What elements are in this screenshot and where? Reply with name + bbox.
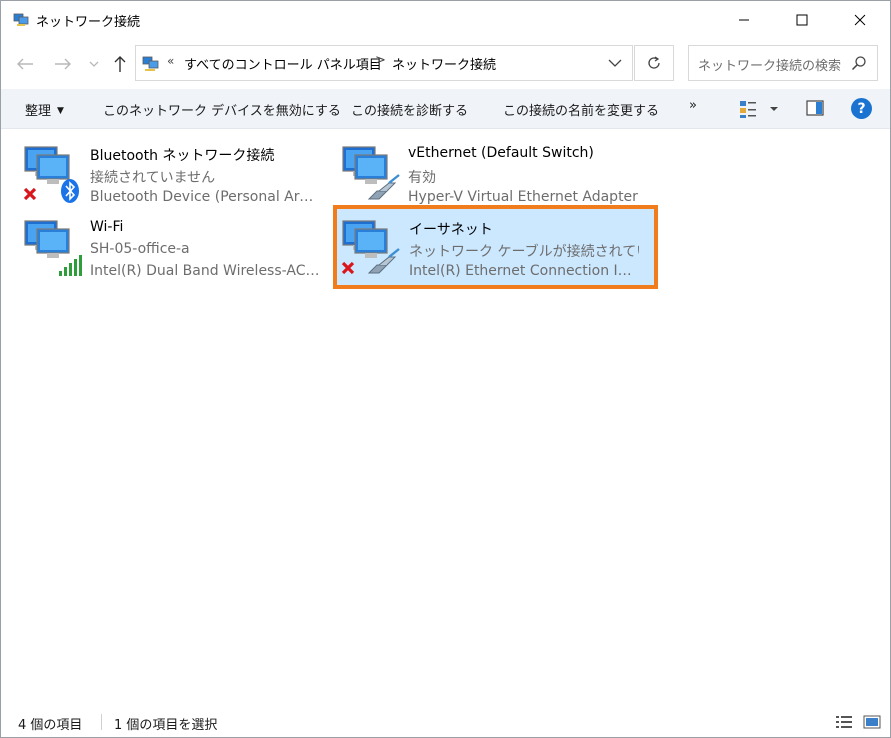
connection-status: 有効	[408, 170, 436, 186]
preview-pane-icon[interactable]	[806, 100, 824, 116]
connection-item-vethernet[interactable]: vEthernet (Default Switch) 有効 Hyper-V Vi…	[319, 135, 638, 207]
refresh-button[interactable]	[634, 45, 674, 81]
breadcrumb-separator[interactable]: >	[375, 53, 386, 68]
connection-item-wifi[interactable]: Wi-Fi SH-05-office-a Intel(R) Dual Band …	[1, 209, 320, 281]
chevron-down-icon	[89, 61, 99, 67]
search-input[interactable]: ネットワーク接続の検索	[698, 55, 841, 74]
forward-button[interactable]	[52, 53, 74, 75]
arrow-up-icon	[114, 56, 126, 72]
organize-label: 整理	[25, 104, 52, 119]
close-button[interactable]	[837, 1, 883, 39]
address-bar[interactable]: « すべてのコントロール パネル項目 > ネットワーク接続	[135, 45, 633, 81]
maximize-button[interactable]	[779, 1, 825, 39]
bluetooth-network-icon	[23, 146, 79, 203]
ethernet-network-icon	[342, 146, 400, 200]
item-count: 4 個の項目	[18, 718, 83, 733]
help-button[interactable]: ?	[851, 98, 872, 119]
wifi-network-icon	[24, 220, 82, 276]
ethernet-network-icon	[341, 220, 400, 275]
up-button[interactable]	[109, 53, 131, 75]
connection-status: SH-05-office-a	[90, 241, 190, 257]
refresh-icon	[648, 56, 660, 69]
explorer-window: ネットワーク接続 « すべてのコントロール パネル項目 > ネットワーク接続 ネ…	[0, 0, 891, 738]
organize-button[interactable]: 整理 ▼	[25, 100, 64, 119]
details-view-icon[interactable]	[835, 715, 853, 729]
connection-item-ethernet[interactable]: イーサネット ネットワーク ケーブルが接続されていませ... Intel(R) …	[319, 209, 639, 281]
minimize-icon	[739, 19, 749, 21]
connection-name: vEthernet (Default Switch)	[408, 145, 594, 161]
connection-name: Wi-Fi	[90, 219, 124, 235]
network-connections-icon	[13, 13, 29, 26]
chevron-down-icon[interactable]	[606, 54, 624, 72]
command-bar: 整理 ▼ このネットワーク デバイスを無効にする この接続を診断する この接続の名…	[1, 89, 890, 129]
connection-name: Bluetooth ネットワーク接続	[90, 148, 275, 164]
connection-status: 接続されていません	[90, 170, 216, 186]
arrow-left-icon	[17, 58, 33, 70]
status-bar: 4 個の項目 1 個の項目を選択	[1, 706, 890, 737]
connection-device: Hyper-V Virtual Ethernet Adapter	[408, 189, 638, 205]
breadcrumb-network-connections[interactable]: ネットワーク接続	[392, 54, 496, 73]
connection-device: Bluetooth Device (Personal Area ...	[90, 189, 320, 205]
window-title: ネットワーク接続	[36, 15, 141, 30]
selected-count: 1 個の項目を選択	[114, 718, 218, 733]
close-icon	[854, 14, 866, 26]
caret-down-icon: ▼	[57, 106, 64, 116]
arrow-right-icon	[55, 58, 71, 70]
navigation-bar: « すべてのコントロール パネル項目 > ネットワーク接続 ネットワーク接続の検…	[1, 39, 890, 89]
minimize-button[interactable]	[721, 1, 767, 39]
search-box[interactable]: ネットワーク接続の検索	[688, 45, 878, 81]
diagnose-connection-button[interactable]: この接続を診断する	[351, 100, 468, 119]
status-divider	[101, 714, 102, 730]
large-icons-view-icon[interactable]	[863, 715, 881, 729]
change-view-icon[interactable]	[738, 99, 780, 119]
connection-device: Intel(R) Dual Band Wireless-AC 82...	[90, 263, 320, 279]
search-icon[interactable]	[851, 55, 867, 71]
recent-locations-button[interactable]	[87, 53, 101, 75]
breadcrumb-control-panel[interactable]: すべてのコントロール パネル項目	[184, 54, 382, 73]
connection-status: ネットワーク ケーブルが接続されていませ...	[409, 244, 639, 260]
maximize-icon	[796, 14, 808, 26]
back-button[interactable]	[14, 53, 36, 75]
disable-device-button[interactable]: このネットワーク デバイスを無効にする	[103, 100, 341, 119]
connection-item-bluetooth[interactable]: Bluetooth ネットワーク接続 接続されていません Bluetooth D…	[1, 135, 320, 207]
title-bar: ネットワーク接続	[1, 1, 890, 39]
control-panel-icon	[142, 56, 159, 71]
connection-device: Intel(R) Ethernet Connection I219-V	[409, 263, 639, 279]
more-commands-button[interactable]: »	[689, 98, 697, 113]
connection-name: イーサネット	[409, 222, 493, 238]
address-overflow[interactable]: «	[167, 54, 174, 68]
rename-connection-button[interactable]: この接続の名前を変更する	[503, 100, 659, 119]
